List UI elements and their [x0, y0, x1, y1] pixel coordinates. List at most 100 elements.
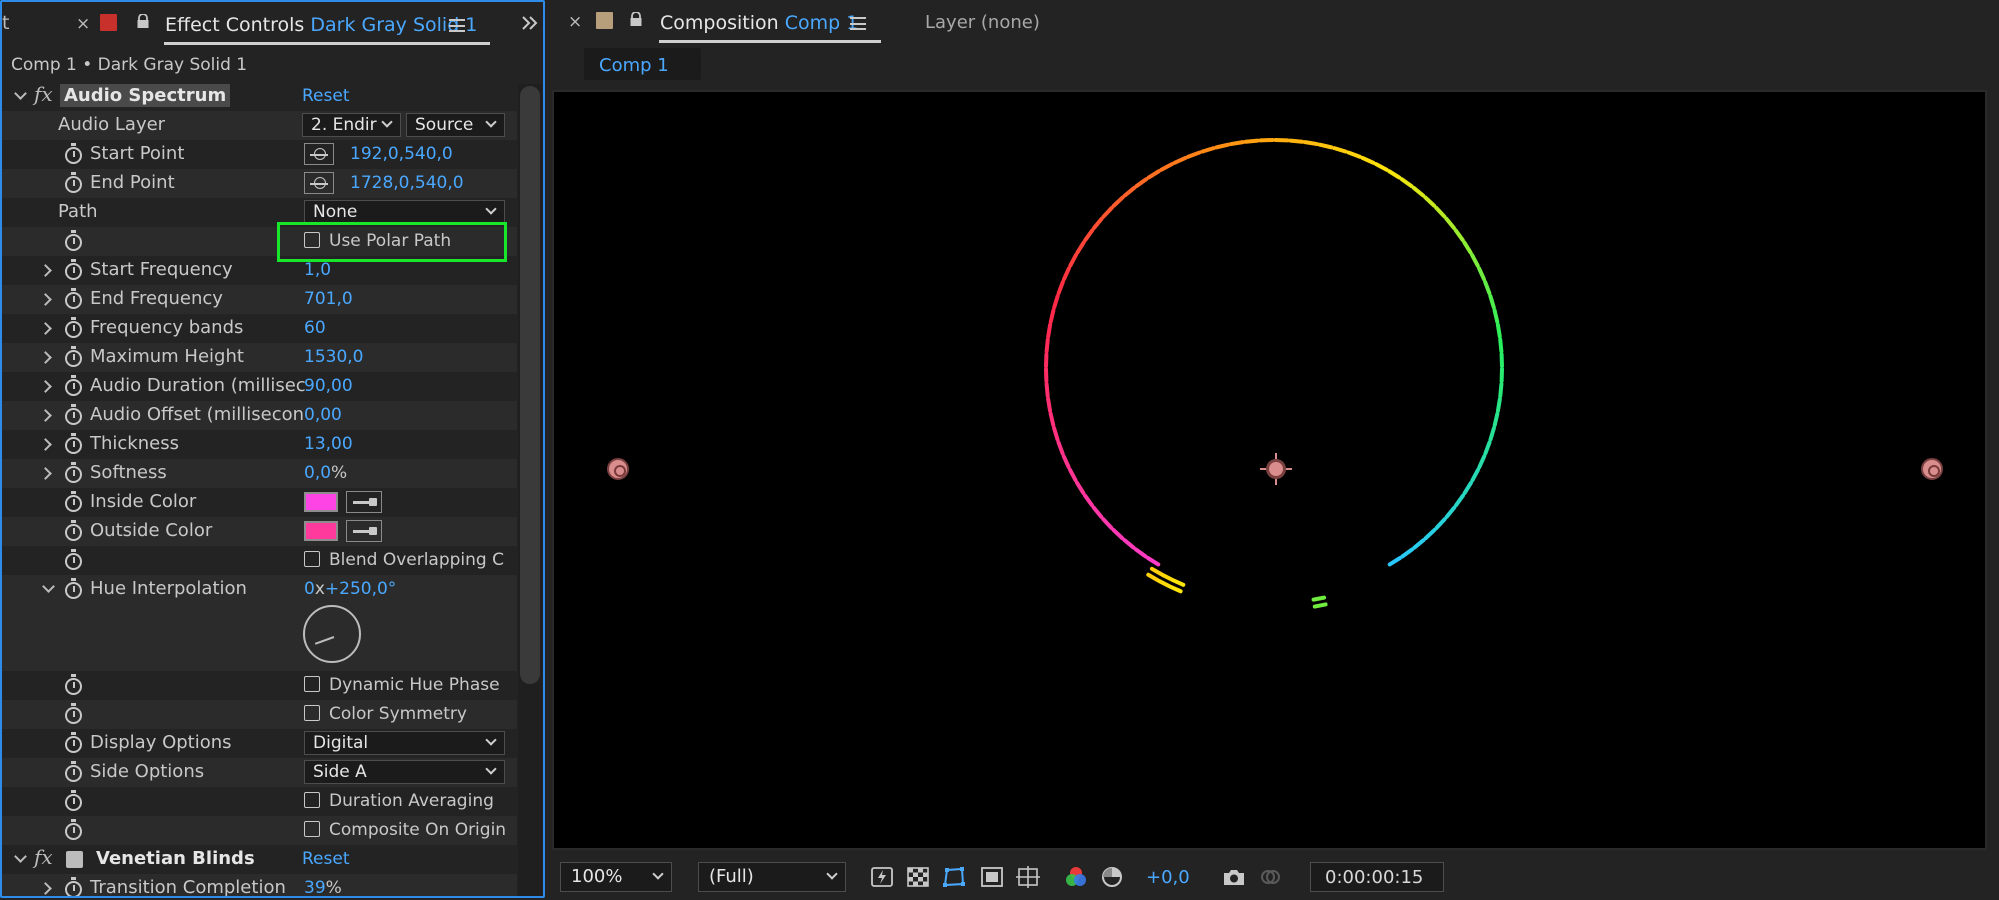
chevron-right-icon[interactable]: [39, 380, 52, 393]
chevron-right-icon[interactable]: [39, 264, 52, 277]
chevron-right-icon[interactable]: [39, 322, 52, 335]
venetian-blinds-name[interactable]: Venetian Blinds: [92, 847, 259, 870]
camera-snapshot-icon[interactable]: [1222, 866, 1246, 888]
start-frequency-value[interactable]: 1,0: [304, 260, 331, 280]
reset-exposure-icon[interactable]: [1100, 866, 1124, 888]
panel-menu-icon[interactable]: [449, 19, 465, 32]
dynamic-hue-phase-checkbox[interactable]: [304, 676, 320, 692]
close-tab-icon[interactable]: ×: [568, 12, 582, 32]
chevron-right-icon[interactable]: [39, 882, 52, 895]
exposure-value[interactable]: +0,0: [1146, 867, 1190, 888]
stopwatch-icon[interactable]: [65, 317, 82, 338]
audio-layer-dropdown[interactable]: 2. Endir: [302, 113, 401, 137]
path-dropdown[interactable]: None: [304, 200, 505, 224]
partial-tab[interactable]: t: [2, 12, 9, 34]
stopwatch-icon[interactable]: [65, 404, 82, 425]
chevron-down-icon[interactable]: [14, 87, 27, 100]
stopwatch-icon[interactable]: [65, 703, 82, 724]
duration-averaging-checkbox[interactable]: [304, 792, 320, 808]
start-point-handle[interactable]: [607, 458, 629, 480]
stopwatch-icon[interactable]: [65, 819, 82, 840]
blend-overlapping-checkbox[interactable]: [304, 551, 320, 567]
stopwatch-icon[interactable]: [65, 732, 82, 753]
lock-icon[interactable]: [629, 12, 643, 26]
toggle-mask-icon[interactable]: [942, 866, 966, 888]
stopwatch-icon[interactable]: [65, 761, 82, 782]
audio-duration-value[interactable]: 90,00: [304, 376, 353, 396]
color-channels-icon[interactable]: [1064, 866, 1088, 888]
chevron-down-icon[interactable]: [14, 850, 27, 863]
point-crosshair-icon[interactable]: [304, 172, 334, 194]
end-point-value[interactable]: 1728,0,540,0: [350, 173, 464, 193]
color-symmetry-checkbox[interactable]: [304, 705, 320, 721]
color-symmetry-label[interactable]: Color Symmetry: [329, 704, 467, 724]
eyedropper-icon[interactable]: [346, 520, 382, 542]
anchor-point-handle[interactable]: [1260, 453, 1292, 485]
stopwatch-icon[interactable]: [65, 433, 82, 454]
stopwatch-icon[interactable]: [65, 172, 82, 193]
hue-interpolation-value[interactable]: 0x+250,0°: [304, 579, 396, 599]
chevron-right-icon[interactable]: [39, 351, 52, 364]
show-snapshot-icon[interactable]: [1258, 866, 1282, 888]
hue-angle-dial[interactable]: [303, 605, 361, 663]
stopwatch-icon[interactable]: [65, 549, 82, 570]
transition-completion-value[interactable]: 39: [304, 878, 326, 896]
hue-revolutions[interactable]: 0: [304, 579, 315, 599]
panel-menu-icon[interactable]: [850, 17, 866, 30]
stopwatch-icon[interactable]: [65, 491, 82, 512]
maximum-height-value[interactable]: 1530,0: [304, 347, 363, 367]
resolution-dropdown[interactable]: (Full): [698, 862, 846, 892]
grid-guides-icon[interactable]: [1016, 866, 1040, 888]
frequency-bands-value[interactable]: 60: [304, 318, 326, 338]
point-crosshair-icon[interactable]: [304, 143, 334, 165]
eyedropper-icon[interactable]: [346, 491, 382, 513]
current-time-display[interactable]: 0:00:00:15: [1310, 862, 1444, 892]
blend-overlapping-label[interactable]: Blend Overlapping C: [329, 550, 504, 570]
stopwatch-icon[interactable]: [65, 288, 82, 309]
display-options-dropdown[interactable]: Digital: [304, 731, 505, 755]
audio-spectrum-header[interactable]: fx Audio Spectrum Reset: [2, 82, 517, 111]
outside-color-swatch[interactable]: [304, 521, 338, 541]
layer-tab[interactable]: Layer (none): [925, 12, 1040, 33]
start-point-value[interactable]: 192,0,540,0: [350, 144, 453, 164]
stopwatch-icon[interactable]: [65, 578, 82, 599]
close-tab-icon[interactable]: ×: [76, 14, 90, 34]
chevron-down-icon[interactable]: [42, 580, 55, 593]
scrollbar-thumb[interactable]: [520, 86, 540, 684]
fx-icon[interactable]: fx: [34, 845, 53, 869]
transition-completion-value-group[interactable]: 39%: [304, 878, 342, 896]
composite-on-origin-checkbox[interactable]: [304, 821, 320, 837]
audio-spectrum-name[interactable]: Audio Spectrum: [60, 84, 231, 107]
audio-offset-value[interactable]: 0,00: [304, 405, 342, 425]
hue-degrees[interactable]: +250,0°: [325, 579, 396, 599]
softness-value-group[interactable]: 0,0%: [304, 463, 347, 483]
fast-previews-icon[interactable]: [870, 866, 894, 888]
fx-icon[interactable]: fx: [34, 82, 53, 106]
audio-source-dropdown[interactable]: Source: [406, 113, 505, 137]
effect-controls-tab-title[interactable]: Effect Controls Dark Gray Solid 1: [165, 14, 477, 36]
side-options-dropdown[interactable]: Side A: [304, 760, 505, 784]
stopwatch-icon[interactable]: [65, 259, 82, 280]
stopwatch-icon[interactable]: [65, 674, 82, 695]
region-of-interest-icon[interactable]: [980, 866, 1004, 888]
venetian-blinds-header[interactable]: fx Venetian Blinds Reset: [2, 845, 517, 874]
softness-value[interactable]: 0,0: [304, 463, 331, 483]
dynamic-hue-phase-label[interactable]: Dynamic Hue Phase: [329, 675, 500, 695]
inside-color-swatch[interactable]: [304, 492, 338, 512]
stopwatch-icon[interactable]: [65, 520, 82, 541]
chevron-right-icon[interactable]: [39, 293, 52, 306]
thickness-value[interactable]: 13,00: [304, 434, 353, 454]
venetian-blinds-reset-link[interactable]: Reset: [302, 849, 350, 869]
composite-on-origin-label[interactable]: Composite On Origin: [329, 820, 506, 840]
transparency-grid-icon[interactable]: [906, 866, 930, 888]
stopwatch-icon[interactable]: [65, 375, 82, 396]
audio-spectrum-reset-link[interactable]: Reset: [302, 86, 350, 106]
end-frequency-value[interactable]: 701,0: [304, 289, 353, 309]
lock-icon[interactable]: [136, 14, 150, 28]
chevron-right-icon[interactable]: [39, 467, 52, 480]
expand-panels-icon[interactable]: [520, 15, 540, 31]
stopwatch-icon[interactable]: [65, 143, 82, 164]
stopwatch-icon[interactable]: [65, 346, 82, 367]
composition-tab-title[interactable]: Composition Comp 1: [660, 12, 858, 34]
composition-viewer[interactable]: [552, 90, 1987, 850]
